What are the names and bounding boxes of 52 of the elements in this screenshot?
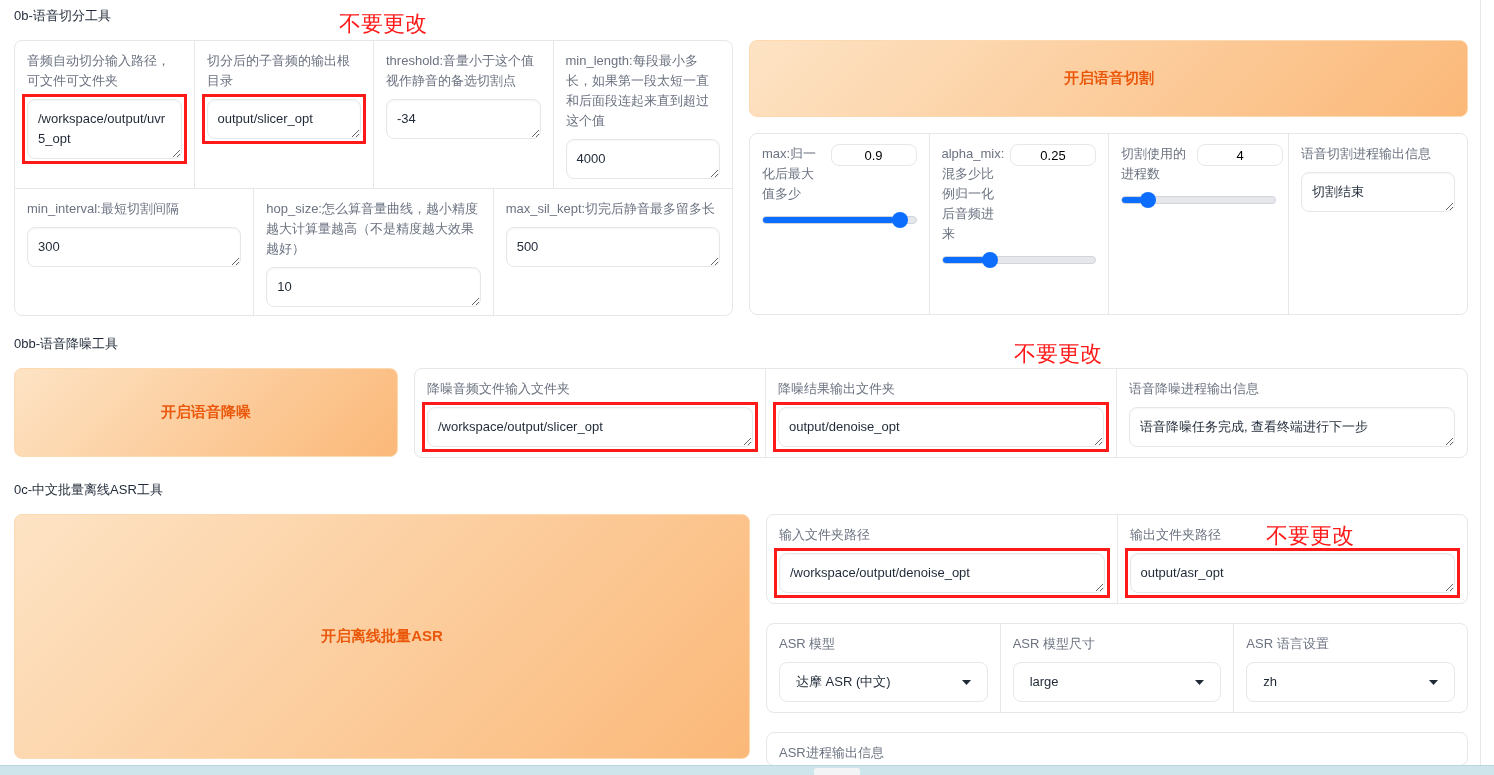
- slider-label: alpha_mix:混多少比例归一化后音频进来: [941, 145, 1004, 243]
- slider-label: max:归一化后最大值多少: [762, 145, 818, 203]
- field-label: min_length:每段最小多长，如果第一段太短一直和后面段连起来直到超过这个值: [565, 53, 709, 128]
- input-field[interactable]: 500: [505, 227, 720, 267]
- field-label: 语音降噪进程输出信息: [1129, 381, 1259, 396]
- caret-icon: [961, 679, 971, 685]
- input-field[interactable]: output/denoise_opt: [778, 407, 1104, 447]
- dropdown[interactable]: 达摩 ASR (中文): [779, 662, 988, 702]
- slider-thumb[interactable]: [892, 212, 909, 228]
- field-label: ASR进程输出信息: [779, 745, 884, 760]
- input-field[interactable]: 语音降噪任务完成, 查看终端进行下一步: [1129, 407, 1455, 447]
- field-label: 降噪音频文件输入文件夹: [427, 381, 570, 396]
- number-field[interactable]: 4: [1197, 144, 1283, 166]
- input-field[interactable]: output/asr_opt: [1129, 553, 1455, 593]
- input-field[interactable]: /workspace/output/denoise_opt: [779, 553, 1105, 593]
- caret-icon: [1429, 679, 1438, 685]
- section-title: 0b-语音切分工具: [14, 7, 111, 25]
- input-field[interactable]: output/slicer_opt: [206, 99, 361, 139]
- slider-thumb[interactable]: [1139, 192, 1156, 208]
- input-field[interactable]: 10: [266, 267, 481, 307]
- field-label: hop_size:怎么算音量曲线，越小精度越大计算量越高（不是精度越大效果越好）: [266, 201, 478, 256]
- section-title: 0c-中文批量离线ASR工具: [14, 481, 163, 499]
- number-field[interactable]: 0.25: [1010, 144, 1096, 166]
- annotation-text: 不要更改: [1013, 343, 1102, 365]
- input-field[interactable]: 切割结束: [1300, 172, 1455, 212]
- input-field[interactable]: 4000: [565, 139, 720, 179]
- field-label: 音频自动切分输入路径，可文件可文件夹: [27, 53, 170, 88]
- annotation-text: 不要更改: [339, 13, 428, 35]
- field-label: 输入文件夹路径: [779, 527, 870, 542]
- input-field[interactable]: /workspace/output/uvr5_opt: [27, 99, 182, 159]
- field-label: 输出文件夹路径: [1129, 527, 1221, 542]
- scroll-thumb[interactable]: [814, 768, 860, 775]
- field-label: min_interval:最短切割间隔: [27, 201, 179, 216]
- annotation-text: 不要更改: [1265, 525, 1354, 547]
- input-field[interactable]: 300: [27, 227, 242, 267]
- field-label: threshold:音量小于这个值视作静音的备选切割点: [386, 53, 535, 88]
- dropdown-label: ASR 模型尺寸: [1012, 636, 1095, 651]
- slider-label: 切割使用的进程数: [1121, 145, 1187, 183]
- field-label: 切分后的子音频的输出根目录: [206, 53, 350, 88]
- field-label: 降噪结果输出文件夹: [778, 381, 895, 396]
- dropdown-label: ASR 语言设置: [1246, 636, 1329, 651]
- input-field[interactable]: /workspace/output/slicer_opt: [427, 407, 753, 447]
- field-label: max_sil_kept:切完后静音最多留多长: [505, 201, 716, 216]
- slider-thumb[interactable]: [981, 252, 998, 268]
- dropdown-label: ASR 模型: [779, 636, 836, 651]
- dropdown[interactable]: large: [1012, 662, 1222, 702]
- caret-icon: [1195, 679, 1205, 685]
- dropdown[interactable]: zh: [1246, 662, 1455, 702]
- field-label: 语音切割进程输出信息: [1300, 146, 1431, 161]
- input-field[interactable]: -34: [386, 99, 541, 139]
- section-title: 0bb-语音降噪工具: [14, 335, 119, 353]
- number-field[interactable]: 0.9: [830, 144, 917, 166]
